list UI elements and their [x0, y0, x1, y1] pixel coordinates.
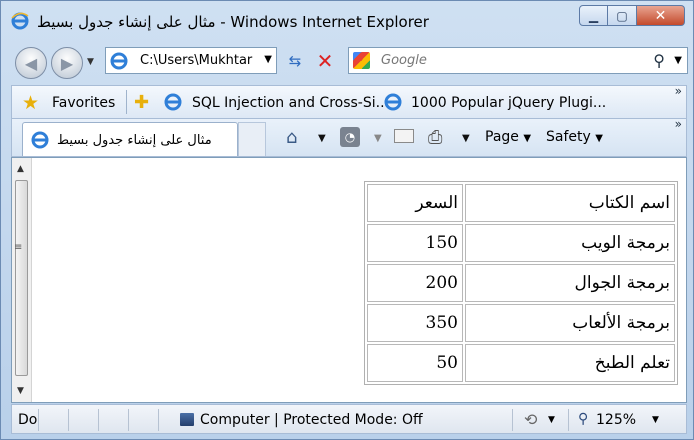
status-separator — [128, 409, 129, 431]
status-text: Do — [18, 412, 38, 428]
cell-price: 350 — [367, 304, 463, 342]
header-price: السعر — [367, 184, 463, 222]
security-zone-text[interactable]: Computer | Protected Mode: Off — [200, 412, 423, 428]
refresh-button[interactable]: ⇆ — [282, 49, 308, 73]
search-input[interactable]: Google — [381, 53, 427, 68]
scroll-down-arrow-icon[interactable]: ▼ — [17, 386, 24, 396]
cell-book-name: برمجة الألعاب — [465, 304, 675, 342]
status-separator — [158, 409, 159, 431]
stop-icon: ✕ — [316, 49, 334, 73]
cell-price: 50 — [367, 344, 463, 382]
close-icon: ✕ — [654, 7, 667, 24]
status-separator — [568, 409, 569, 431]
status-bar: Do Computer | Protected Mode: Off ⟲ ▼ ⚲ … — [11, 404, 687, 434]
address-input[interactable]: C:\Users\Mukhtar — [140, 53, 256, 68]
safety-menu-label: Safety — [546, 129, 591, 145]
tab-row: مثال على إنشاء جدول بسيط ⌂ ▼ ◔ ▼ ⎙ ▼ Pag… — [11, 117, 687, 157]
recent-pages-dropdown[interactable]: ▼ — [87, 57, 94, 67]
vertical-scrollbar[interactable]: ▲ ≡ ▼ — [12, 158, 32, 402]
header-book-name: اسم الكتاب — [465, 184, 675, 222]
title-bar: مثال على إنشاء جدول بسيط - Windows Inter… — [1, 1, 693, 43]
cell-book-name: تعلم الطبخ — [465, 344, 675, 382]
computer-zone-icon — [180, 413, 194, 426]
maximize-icon: ▢ — [616, 8, 628, 23]
favorite-link-jquery-plugins[interactable]: 1000 Popular jQuery Plugi... — [411, 95, 606, 111]
status-separator — [512, 409, 513, 431]
address-bar[interactable]: C:\Users\Mukhtar ▼ — [105, 47, 277, 74]
safety-menu-button[interactable]: Safety ▼ — [546, 129, 603, 145]
chevron-down-icon: ▼ — [595, 133, 603, 144]
refresh-icon: ⇆ — [288, 52, 302, 70]
cell-price: 200 — [367, 264, 463, 302]
add-to-favorites-icon[interactable]: ✚ — [134, 92, 149, 113]
close-button[interactable]: ✕ — [637, 5, 685, 26]
favorites-star-icon[interactable]: ★ — [22, 92, 39, 114]
cell-book-name: برمجة الجوال — [465, 264, 675, 302]
table-row: برمجة الجوال 200 — [367, 264, 675, 302]
favorites-button[interactable]: Favorites — [52, 95, 115, 111]
search-icon[interactable]: ⚲ — [653, 51, 665, 70]
google-logo-icon — [353, 52, 370, 69]
favorites-separator — [126, 90, 127, 114]
books-table: اسم الكتاب السعر برمجة الويب 150 برمجة ا… — [364, 181, 678, 385]
ie-page-icon — [164, 93, 182, 111]
status-separator — [68, 409, 69, 431]
ie-page-icon — [384, 93, 402, 111]
table-row: برمجة الألعاب 350 — [367, 304, 675, 342]
zoom-icon[interactable]: ⚲ — [578, 411, 588, 427]
search-bar[interactable]: Google ⚲ ▼ — [348, 47, 688, 74]
search-options-dropdown-icon[interactable]: ▼ — [674, 55, 682, 66]
back-button[interactable]: ◀ — [15, 47, 47, 79]
ie-logo-icon — [11, 12, 29, 30]
status-separator — [38, 409, 39, 431]
home-icon[interactable]: ⌂ — [286, 127, 297, 148]
feeds-dropdown-icon[interactable]: ▼ — [374, 133, 382, 144]
table-row: تعلم الطبخ 50 — [367, 344, 675, 382]
chevron-more-icon[interactable]: » — [675, 84, 682, 98]
arrow-left-icon: ◀ — [24, 53, 38, 73]
scroll-grip-icon: ≡ — [14, 242, 23, 253]
minimize-icon: ▁ — [588, 8, 599, 23]
forward-button[interactable]: ▶ — [51, 47, 83, 79]
page-menu-label: Page — [485, 129, 519, 145]
page-ie-icon — [110, 52, 128, 70]
protected-mode-icon[interactable]: ⟲ — [524, 410, 537, 429]
status-separator — [98, 409, 99, 431]
tab-label: مثال على إنشاء جدول بسيط — [57, 133, 212, 148]
window-controls: ▁ ▢ ✕ — [579, 5, 685, 27]
print-icon[interactable]: ⎙ — [428, 127, 442, 148]
ie-page-icon — [31, 131, 49, 149]
print-dropdown-icon[interactable]: ▼ — [462, 133, 470, 144]
zoom-level[interactable]: 125% — [596, 412, 636, 428]
favorite-link-sql-injection[interactable]: SQL Injection and Cross-Si... — [192, 95, 389, 111]
feeds-icon[interactable]: ◔ — [340, 127, 360, 147]
table-header-row: اسم الكتاب السعر — [367, 184, 675, 222]
ie-window: مثال على إنشاء جدول بسيط - Windows Inter… — [0, 0, 694, 440]
stop-button[interactable]: ✕ — [312, 49, 338, 73]
zoom-dropdown-icon[interactable]: ▼ — [652, 415, 659, 425]
arrow-right-icon: ▶ — [60, 53, 74, 73]
window-title: مثال على إنشاء جدول بسيط - Windows Inter… — [37, 13, 429, 31]
home-dropdown-icon[interactable]: ▼ — [318, 133, 326, 144]
favorites-bar: ★ Favorites ✚ SQL Injection and Cross-Si… — [11, 84, 687, 119]
page-menu-button[interactable]: Page ▼ — [485, 129, 531, 145]
minimize-button[interactable]: ▁ — [579, 5, 608, 26]
scrollbar-thumb[interactable] — [15, 180, 28, 376]
new-tab-button[interactable] — [238, 122, 266, 156]
table-row: برمجة الويب 150 — [367, 224, 675, 262]
chevron-more-icon[interactable]: » — [675, 117, 682, 131]
scroll-up-arrow-icon[interactable]: ▲ — [17, 164, 24, 174]
read-mail-icon[interactable] — [394, 129, 414, 143]
tab-simple-table-example[interactable]: مثال على إنشاء جدول بسيط — [22, 122, 238, 156]
chevron-down-icon: ▼ — [523, 133, 532, 144]
protected-mode-dropdown-icon[interactable]: ▼ — [548, 415, 555, 425]
page-content: ▲ ≡ ▼ اسم الكتاب السعر برمجة الويب 150 ب… — [11, 157, 687, 403]
maximize-button[interactable]: ▢ — [608, 5, 637, 26]
address-dropdown-icon[interactable]: ▼ — [264, 54, 272, 65]
cell-book-name: برمجة الويب — [465, 224, 675, 262]
cell-price: 150 — [367, 224, 463, 262]
